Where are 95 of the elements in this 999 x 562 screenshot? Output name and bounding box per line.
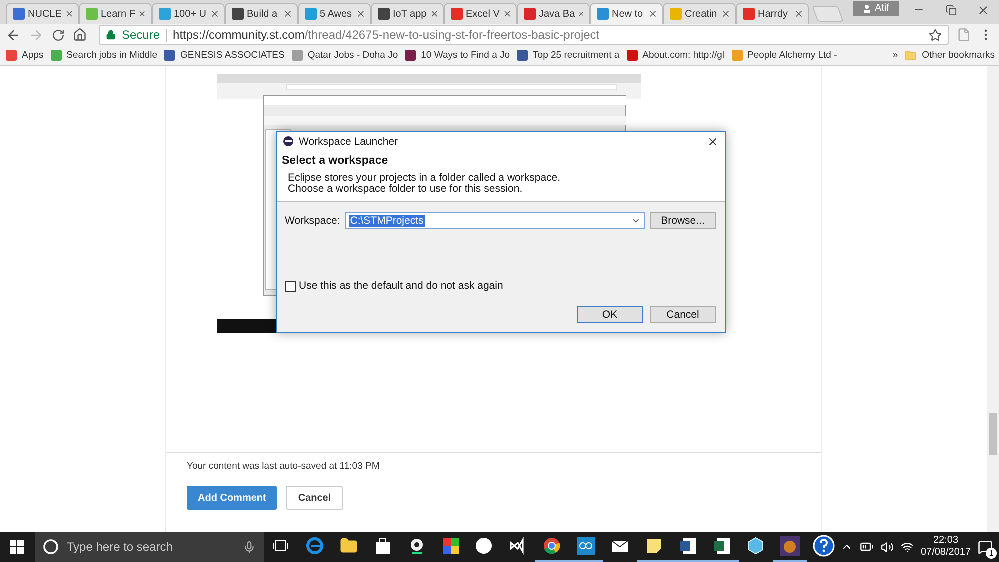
dialog-heading: Select a workspace bbox=[282, 155, 390, 167]
windows-logo-icon bbox=[10, 540, 24, 554]
tab-title: 5 Awes bbox=[320, 8, 353, 20]
browser-tab[interactable]: NUCLE bbox=[6, 3, 79, 24]
close-icon[interactable] bbox=[648, 9, 658, 19]
bookmark-link[interactable]: People Alchemy Ltd - bbox=[732, 50, 838, 61]
browser-tab[interactable]: Harrdy bbox=[736, 3, 809, 24]
tab-title: Harrdy bbox=[758, 8, 790, 20]
other-bookmarks-link[interactable]: Other bookmarks bbox=[905, 50, 995, 62]
close-icon[interactable] bbox=[210, 9, 220, 19]
lock-icon bbox=[106, 30, 116, 40]
close-icon[interactable] bbox=[283, 9, 293, 19]
dialog-title: Workspace Launcher bbox=[299, 136, 400, 148]
dialog-description: Eclipse stores your projects in a folder called a workspace. bbox=[288, 173, 562, 184]
microphone-icon[interactable] bbox=[242, 540, 256, 554]
reload-icon[interactable] bbox=[52, 28, 65, 42]
bookmark-link[interactable]: Top 25 recruitment a bbox=[517, 50, 620, 61]
address-bar[interactable]: Secure https://community.st.com/thread/42675-new-to-using-st-for-freertos-basic-project bbox=[99, 25, 949, 45]
folder-icon bbox=[905, 50, 918, 62]
cube-icon bbox=[747, 537, 766, 555]
close-icon[interactable] bbox=[578, 9, 585, 19]
battery-icon[interactable] bbox=[860, 540, 874, 554]
spreadsheet-icon bbox=[713, 537, 732, 555]
close-icon[interactable] bbox=[707, 136, 719, 148]
home-icon[interactable] bbox=[73, 28, 87, 42]
game-badge-icon bbox=[780, 536, 800, 556]
browser-tab[interactable]: 5 Awes bbox=[298, 3, 371, 24]
tab-title: Build a bbox=[247, 8, 279, 20]
scrollbar[interactable] bbox=[987, 66, 999, 532]
more-bookmarks-button[interactable]: » bbox=[892, 50, 898, 61]
close-icon bbox=[976, 4, 990, 16]
taskbar-search-field[interactable]: Type here to search bbox=[34, 532, 264, 562]
tab-title: Creatin bbox=[685, 8, 718, 20]
tab-title: NUCLE bbox=[28, 8, 62, 20]
bookmark-link[interactable]: Apps bbox=[6, 50, 44, 61]
browser-tab[interactable]: 100+ U bbox=[152, 3, 225, 24]
cancel-button[interactable]: Cancel bbox=[286, 486, 344, 510]
autosave-note: Your content was last auto-saved at 11:03 PM bbox=[187, 461, 381, 472]
browser-tab[interactable]: IoT app bbox=[371, 3, 444, 24]
cortana-circle-icon bbox=[42, 539, 59, 555]
browser-tab[interactable]: Excel V bbox=[444, 3, 517, 24]
close-icon[interactable] bbox=[356, 9, 366, 19]
browser-tab[interactable]: Learn F bbox=[79, 3, 152, 24]
back-icon[interactable] bbox=[6, 28, 21, 42]
bookmark-link[interactable]: GENESIS ASSOCIATES bbox=[164, 50, 285, 61]
workspace-label: Workspace: bbox=[285, 214, 340, 226]
wifi-icon[interactable] bbox=[900, 540, 914, 554]
question-mark-icon bbox=[812, 535, 835, 557]
restore-icon bbox=[946, 4, 956, 16]
clock[interactable]: 22:03 07/08/2017 bbox=[920, 535, 972, 559]
tab-title: Excel V bbox=[466, 8, 500, 20]
shopping-bag-icon bbox=[374, 537, 391, 555]
folder-icon bbox=[340, 537, 358, 555]
sticky-note-icon bbox=[646, 538, 662, 554]
browser-tab[interactable]: Creatin bbox=[663, 3, 736, 24]
dialog-button[interactable]: Cancel bbox=[650, 306, 716, 323]
bookmark-link[interactable]: 10 Ways to Find a Jo bbox=[405, 50, 510, 61]
close-icon[interactable] bbox=[794, 9, 804, 19]
dialog-button[interactable]: OK bbox=[577, 306, 643, 323]
default-checkbox[interactable] bbox=[285, 280, 296, 292]
profile-button[interactable]: Atif bbox=[853, 1, 900, 16]
user-icon bbox=[863, 4, 871, 13]
infinity-icon bbox=[577, 537, 596, 555]
task-view-icon bbox=[272, 540, 289, 552]
tab-title: Java Ba bbox=[539, 8, 576, 20]
bookmark-link[interactable]: Search jobs in Middle bbox=[50, 50, 158, 61]
browser-tab[interactable]: Build a bbox=[225, 3, 298, 24]
workspace-combo-field[interactable]: C:\STMProjects bbox=[345, 212, 645, 229]
tab-title: New to bbox=[612, 8, 644, 20]
browser-tab[interactable]: New to bbox=[590, 3, 663, 24]
add-comment-button[interactable]: Add Comment bbox=[187, 486, 278, 510]
url-host: https://community.st.com bbox=[173, 28, 305, 42]
close-icon[interactable] bbox=[721, 9, 731, 19]
dialog-description: Choose a workspace folder to use for this session. bbox=[288, 184, 523, 195]
tab-title: 100+ U bbox=[174, 8, 207, 20]
checkbox-label: Use this as the default and do not ask again bbox=[299, 280, 504, 292]
tab-title: Learn F bbox=[101, 8, 136, 20]
close-icon[interactable] bbox=[64, 9, 74, 19]
scrollbar-thumb[interactable] bbox=[989, 413, 997, 455]
bookmark-link[interactable]: About.com: http://gl bbox=[626, 50, 724, 61]
close-icon[interactable] bbox=[430, 9, 439, 19]
tab-title: IoT app bbox=[393, 8, 427, 20]
chrome-logo-icon bbox=[543, 537, 562, 555]
browser-tab[interactable]: Java Ba bbox=[517, 3, 590, 24]
secure-label: Secure bbox=[122, 28, 160, 42]
eclipse-logo-icon bbox=[283, 136, 294, 147]
word-document-icon bbox=[679, 537, 698, 555]
puzzle-icon bbox=[442, 537, 460, 555]
speaker-icon[interactable] bbox=[880, 540, 894, 554]
envelope-icon bbox=[611, 539, 630, 553]
bookmark-star-icon[interactable] bbox=[929, 28, 942, 42]
browse-button[interactable]: Browse... bbox=[650, 212, 716, 229]
close-icon[interactable] bbox=[502, 9, 512, 19]
bookmark-link[interactable]: Qatar Jobs - Doha Jo bbox=[292, 50, 398, 61]
url-path: /thread/42675-new-to-using-st-for-freertos-basic-project bbox=[304, 28, 601, 42]
